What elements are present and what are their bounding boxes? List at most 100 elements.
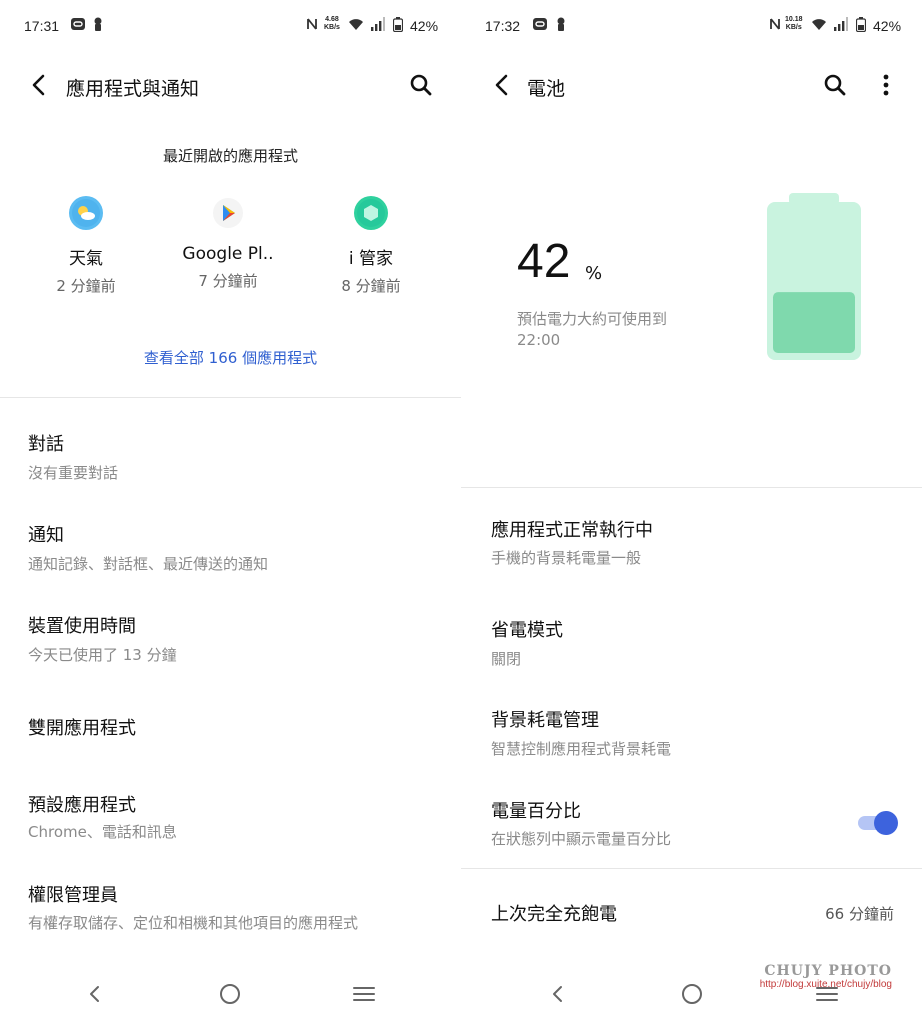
settings-item-title: 電量百分比 bbox=[491, 801, 581, 822]
last-full-charge-value: 66 分鐘前 bbox=[825, 905, 894, 923]
settings-item-notifications[interactable]: 通知 通知記錄、對話框、最近傳送的通知 bbox=[0, 519, 461, 583]
settings-item-title: 預設應用程式 bbox=[28, 795, 136, 816]
net-speed-unit: KB/s bbox=[785, 24, 802, 31]
recent-app-time: 2 分鐘前 bbox=[56, 277, 116, 295]
nav-home-icon[interactable] bbox=[677, 979, 707, 1009]
status-time: 17:31 bbox=[24, 18, 60, 34]
toggle-knob bbox=[874, 811, 898, 835]
settings-item-subtitle: 手機的背景耗電量一般 bbox=[491, 549, 642, 567]
status-bar: 17:31 4.68 KB/s 42% bbox=[0, 0, 461, 50]
signal-icon bbox=[834, 17, 848, 35]
battery-screen: 17:32 10.18 KB/s 42% 電池 42 % 預估電力大約可使用到 … bbox=[461, 0, 922, 1024]
settings-item-background-power[interactable]: 背景耗電管理 智慧控制應用程式背景耗電 bbox=[461, 704, 922, 768]
watermark-logo: CHUJY PHOTO bbox=[764, 963, 892, 979]
i-manager-icon bbox=[354, 196, 388, 230]
settings-item-subtitle: 今天已使用了 13 分鐘 bbox=[28, 646, 177, 664]
google-play-icon bbox=[211, 196, 245, 230]
wifi-icon bbox=[348, 17, 364, 35]
recent-app-name: 天氣 bbox=[69, 249, 103, 269]
signal-icon bbox=[371, 17, 385, 35]
wifi-icon bbox=[811, 17, 827, 35]
divider bbox=[461, 868, 922, 869]
settings-item-title: 背景耗電管理 bbox=[491, 710, 599, 731]
settings-item-permission-manager[interactable]: 權限管理員 有權存取儲存、定位和相機和其他項目的應用程式 bbox=[0, 879, 461, 943]
settings-item-last-full-charge[interactable]: 上次完全充飽電 66 分鐘前 bbox=[461, 898, 922, 938]
status-battery-percent: 42% bbox=[410, 18, 439, 34]
settings-item-subtitle: 有權存取儲存、定位和相機和其他項目的應用程式 bbox=[28, 914, 359, 932]
settings-item-app-status[interactable]: 應用程式正常執行中 手機的背景耗電量一般 bbox=[461, 514, 922, 578]
settings-item-title: 對話 bbox=[28, 434, 64, 455]
watermark: CHUJY PHOTO http://blog.xuite.net/chujy/… bbox=[722, 963, 892, 990]
nav-home-icon[interactable] bbox=[215, 979, 245, 1009]
link-icon bbox=[71, 17, 85, 35]
nav-back-icon[interactable] bbox=[80, 979, 110, 1009]
recent-app-name: i 管家 bbox=[348, 249, 394, 269]
recent-app-time: 8 分鐘前 bbox=[341, 277, 401, 295]
settings-item-title: 應用程式正常執行中 bbox=[491, 520, 653, 541]
divider bbox=[461, 487, 922, 488]
settings-item-title: 通知 bbox=[28, 525, 64, 546]
apps-notifications-screen: 17:31 4.68 KB/s 42% 應用程式與通知 最近開啟的應用程式 天氣… bbox=[0, 0, 461, 1024]
battery-fill bbox=[773, 292, 855, 353]
weather-icon bbox=[69, 196, 103, 230]
app-bar: 應用程式與通知 bbox=[0, 62, 461, 108]
navigation-bar bbox=[0, 964, 461, 1024]
battery-illustration bbox=[765, 192, 863, 362]
see-all-apps-link[interactable]: 查看全部 166 個應用程式 bbox=[0, 347, 461, 368]
back-arrow-icon[interactable] bbox=[489, 72, 515, 98]
recent-apps-heading: 最近開啟的應用程式 bbox=[162, 147, 298, 165]
battery-estimate: 預估電力大約可使用到 22:00 bbox=[517, 309, 667, 351]
net-speed-value: 10.18 bbox=[785, 16, 803, 23]
search-icon[interactable] bbox=[408, 72, 434, 98]
battery-estimate-time: 22:00 bbox=[517, 331, 561, 349]
battery-status-icon bbox=[855, 17, 867, 36]
recent-app-name: Google Pl.. bbox=[182, 244, 274, 264]
recent-app-time: 7 分鐘前 bbox=[198, 272, 258, 290]
battery-status-icon bbox=[392, 17, 404, 36]
settings-item-dual-apps[interactable]: 雙開應用程式 bbox=[0, 712, 461, 752]
battery-level-value: 42 bbox=[517, 235, 571, 288]
settings-item-conversations[interactable]: 對話 沒有重要對話 bbox=[0, 428, 461, 492]
settings-item-screen-time[interactable]: 裝置使用時間 今天已使用了 13 分鐘 bbox=[0, 610, 461, 674]
battery-level-unit: % bbox=[585, 263, 603, 284]
recent-app-google-play[interactable]: Google Pl.. 7 分鐘前 bbox=[163, 196, 293, 291]
link-icon bbox=[533, 17, 547, 35]
nav-back-icon[interactable] bbox=[543, 979, 573, 1009]
nfc-icon bbox=[306, 17, 318, 35]
app-bar: 電池 bbox=[461, 62, 922, 108]
recent-app-weather[interactable]: 天氣 2 分鐘前 bbox=[21, 196, 151, 296]
more-options-icon[interactable] bbox=[876, 72, 896, 98]
status-battery-percent: 42% bbox=[873, 18, 902, 34]
recent-app-i-manager[interactable]: i 管家 8 分鐘前 bbox=[306, 196, 436, 296]
settings-item-subtitle: 通知記錄、對話框、最近傳送的通知 bbox=[28, 555, 269, 573]
status-bar: 17:32 10.18 KB/s 42% bbox=[461, 0, 922, 50]
page-title: 電池 bbox=[527, 78, 566, 100]
battery-percentage-toggle[interactable] bbox=[858, 811, 898, 835]
settings-item-battery-percentage[interactable]: 電量百分比 在狀態列中顯示電量百分比 bbox=[461, 795, 922, 859]
search-icon[interactable] bbox=[822, 72, 848, 98]
settings-item-default-apps[interactable]: 預設應用程式 Chrome、電話和訊息 bbox=[0, 789, 461, 853]
settings-item-title: 上次完全充飽電 bbox=[491, 904, 617, 925]
watermark-url: http://blog.xuite.net/chujy/blog bbox=[759, 979, 892, 990]
settings-item-subtitle: 在狀態列中顯示電量百分比 bbox=[491, 830, 672, 848]
page-title: 應用程式與通知 bbox=[66, 78, 200, 100]
net-speed-unit: KB/s bbox=[324, 24, 340, 31]
settings-item-title: 權限管理員 bbox=[28, 885, 118, 906]
net-speed: 4.68 KB/s bbox=[324, 16, 340, 32]
status-time: 17:32 bbox=[485, 18, 521, 34]
settings-item-power-saving[interactable]: 省電模式 關閉 bbox=[461, 614, 922, 678]
battery-estimate-label: 預估電力大約可使用到 bbox=[517, 310, 668, 328]
settings-item-title: 裝置使用時間 bbox=[28, 616, 136, 637]
divider bbox=[0, 397, 461, 398]
person-icon bbox=[556, 17, 566, 35]
person-icon bbox=[93, 17, 103, 35]
settings-item-subtitle: 智慧控制應用程式背景耗電 bbox=[491, 740, 672, 758]
net-speed: 10.18 KB/s bbox=[785, 16, 803, 32]
settings-item-title: 省電模式 bbox=[491, 620, 563, 641]
nav-menu-icon[interactable] bbox=[349, 979, 379, 1009]
settings-item-subtitle: 沒有重要對話 bbox=[28, 464, 119, 482]
net-speed-value: 4.68 bbox=[325, 16, 339, 23]
back-arrow-icon[interactable] bbox=[26, 72, 52, 98]
nfc-icon bbox=[769, 17, 781, 35]
settings-item-subtitle: 關閉 bbox=[491, 650, 522, 668]
